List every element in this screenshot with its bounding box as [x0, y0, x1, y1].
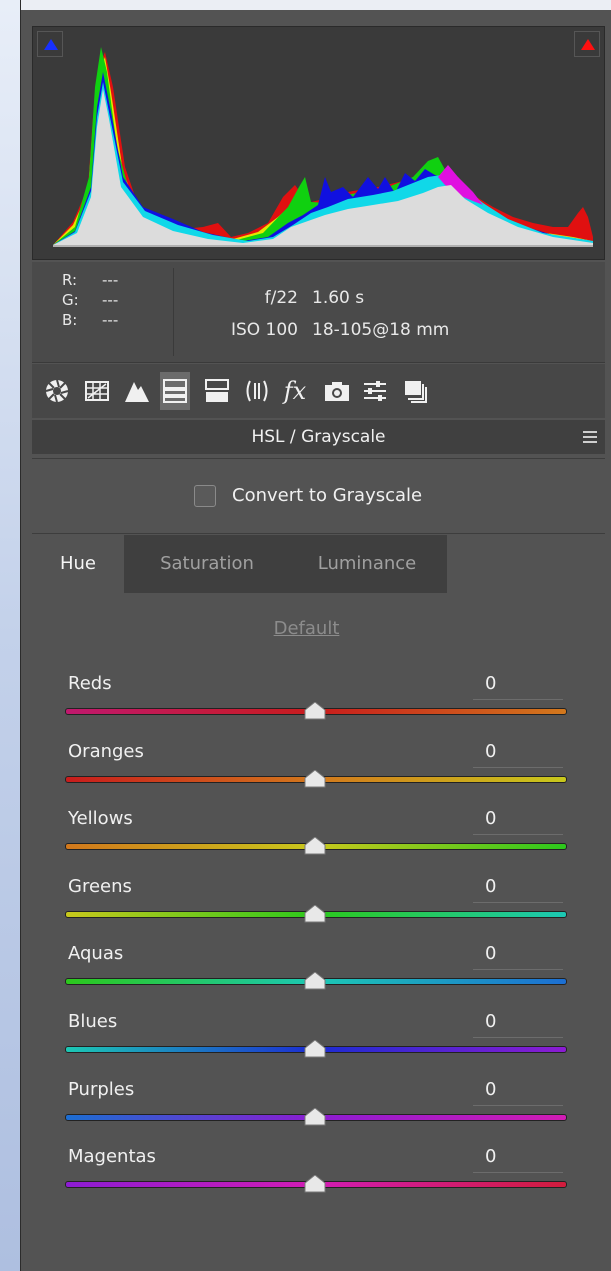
slider-aquas: Aquas 0 [65, 942, 585, 1002]
mountains-icon[interactable] [122, 376, 152, 406]
presets-icon[interactable] [400, 376, 430, 406]
slider-thumb[interactable] [303, 905, 327, 923]
slider-thumb[interactable] [303, 702, 327, 720]
rgb-readout: R: --- G: --- B: --- [62, 270, 172, 330]
default-link[interactable]: Default [1, 618, 611, 639]
hsl-tabs: Hue Saturation Luminance [32, 535, 605, 593]
b-label: B: [62, 311, 78, 329]
slider-blues: Blues 0 [65, 1010, 585, 1070]
slider-oranges: Oranges 0 [65, 740, 585, 800]
slider-label: Yellows [68, 808, 133, 829]
aperture-icon[interactable] [42, 376, 72, 406]
slider-label: Reds [68, 673, 112, 694]
grid-icon[interactable] [82, 376, 112, 406]
slider-label: Greens [68, 876, 132, 897]
slider-thumb[interactable] [303, 1040, 327, 1058]
slider-reds: Reds 0 [65, 672, 585, 732]
exif-info: f/22 1.60 s ISO 100 18-105@18 mm [202, 282, 449, 346]
camera-raw-panel: R: --- G: --- B: --- f/22 1.60 s ISO 100 18-1… [20, 0, 611, 1271]
shadow-clipping-toggle[interactable] [37, 31, 63, 57]
panel-toolbar: fx [32, 364, 605, 418]
grayscale-row: Convert to Grayscale [32, 458, 605, 534]
image-info: R: --- G: --- B: --- f/22 1.60 s ISO 100 18-1… [32, 262, 605, 363]
g-value: --- [102, 291, 119, 309]
slider-value-input[interactable]: 0 [473, 740, 563, 768]
r-label: R: [62, 271, 78, 289]
hsl-icon[interactable] [160, 372, 190, 410]
slider-value-input[interactable]: 0 [473, 1145, 563, 1173]
slider-value-input[interactable]: 0 [473, 807, 563, 835]
lens-icon[interactable] [242, 376, 272, 406]
fx-icon[interactable]: fx [280, 376, 310, 406]
iso-value: ISO 100 [230, 320, 298, 340]
panel-top-strip [21, 0, 611, 10]
slider-label: Oranges [68, 741, 144, 762]
lens-value: 18-105@18 mm [312, 320, 450, 340]
highlight-clipping-toggle[interactable] [574, 31, 600, 57]
slider-label: Aquas [68, 943, 124, 964]
b-value: --- [102, 311, 119, 329]
slider-label: Purples [68, 1079, 135, 1100]
slider-greens: Greens 0 [65, 875, 585, 935]
slider-label: Blues [68, 1011, 118, 1032]
panel-menu-icon[interactable] [583, 431, 597, 443]
slider-value-input[interactable]: 0 [473, 875, 563, 903]
slider-value-input[interactable]: 0 [473, 942, 563, 970]
split-tone-icon[interactable] [202, 376, 232, 406]
section-title-text: HSL / Grayscale [251, 427, 386, 447]
slider-thumb[interactable] [303, 770, 327, 788]
convert-grayscale-checkbox[interactable] [194, 485, 216, 507]
slider-thumb[interactable] [303, 837, 327, 855]
tab-luminance[interactable]: Luminance [302, 535, 432, 593]
tab-hue[interactable]: Hue [32, 535, 124, 593]
aperture-value: f/22 [264, 288, 298, 308]
slider-purples: Purples 0 [65, 1078, 585, 1138]
camera-icon[interactable] [322, 376, 352, 406]
histogram-graph [53, 47, 593, 247]
histogram [32, 26, 605, 260]
slider-thumb[interactable] [303, 972, 327, 990]
shadow-clipping-icon [44, 39, 58, 50]
info-divider [173, 268, 174, 356]
g-label: G: [62, 291, 79, 309]
sliders-icon[interactable] [360, 376, 390, 406]
r-value: --- [102, 271, 119, 289]
slider-value-input[interactable]: 0 [473, 672, 563, 700]
shutter-value: 1.60 s [312, 288, 365, 308]
slider-value-input[interactable]: 0 [473, 1078, 563, 1106]
slider-magentas: Magentas 0 [65, 1145, 585, 1205]
slider-thumb[interactable] [303, 1175, 327, 1193]
slider-label: Magentas [68, 1146, 156, 1167]
slider-value-input[interactable]: 0 [473, 1010, 563, 1038]
convert-grayscale-label[interactable]: Convert to Grayscale [232, 485, 422, 507]
slider-thumb[interactable] [303, 1108, 327, 1126]
section-title: HSL / Grayscale [32, 420, 605, 454]
slider-yellows: Yellows 0 [65, 807, 585, 867]
tab-saturation[interactable]: Saturation [142, 535, 272, 593]
highlight-clipping-icon [581, 39, 595, 50]
